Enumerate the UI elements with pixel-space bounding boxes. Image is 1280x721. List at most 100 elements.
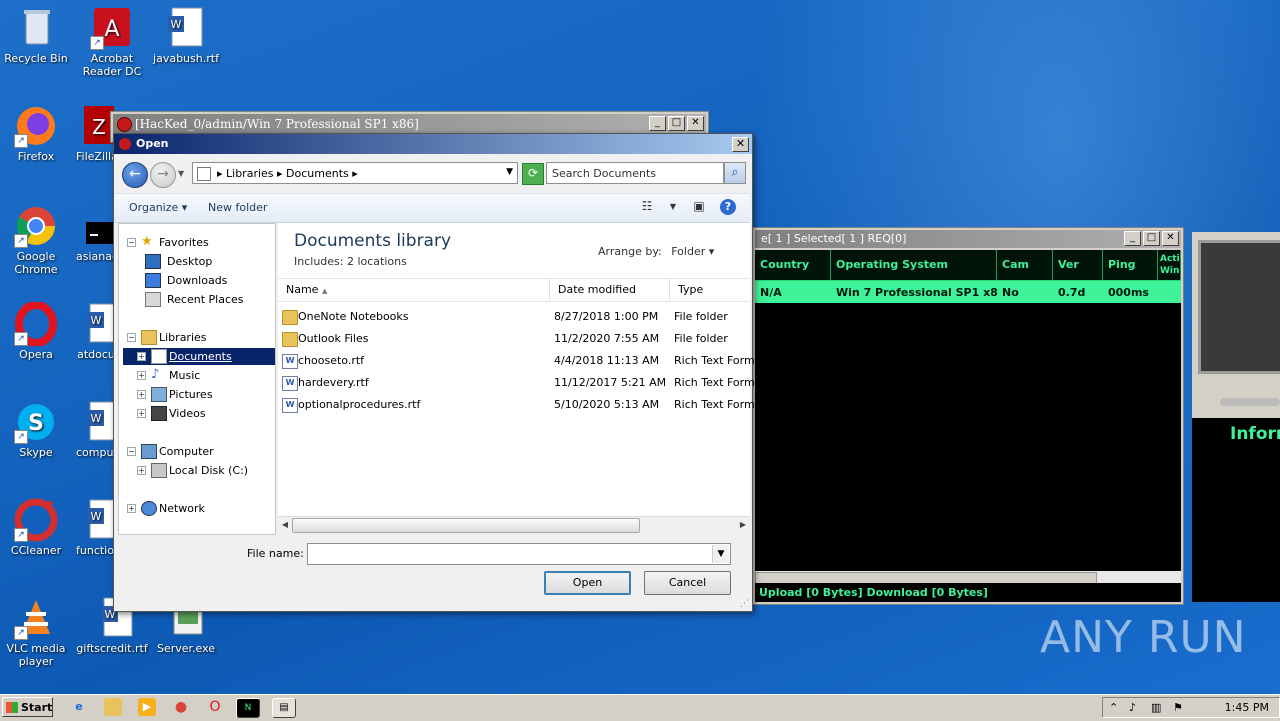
network-icon: [141, 501, 157, 516]
table-row[interactable]: N/A Win 7 Professional SP1 x86 No 0.7d 0…: [755, 281, 1181, 303]
network-icon[interactable]: ▥: [1151, 701, 1161, 714]
horizontal-scrollbar[interactable]: ◀ ▶: [278, 516, 750, 533]
desktop-icon-firefox[interactable]: ↗ Firefox: [0, 104, 72, 163]
recent-locations-dropdown-icon[interactable]: ▼: [178, 169, 184, 178]
column-header[interactable]: Country: [755, 250, 831, 280]
show-hidden-icons-icon[interactable]: ⌃: [1109, 701, 1118, 714]
minimize-button[interactable]: _: [649, 116, 666, 131]
column-header[interactable]: Cam: [997, 250, 1053, 280]
dialog-titlebar[interactable]: Open ✕: [114, 134, 752, 154]
column-header[interactable]: Operating System: [831, 250, 997, 280]
preview-pane-icon[interactable]: ▣: [690, 199, 708, 215]
back-button[interactable]: ←: [122, 162, 148, 188]
file-row[interactable]: W optionalprocedures.rtf 5/10/2020 5:13 …: [278, 394, 761, 416]
column-header-date[interactable]: Date modified: [550, 279, 670, 301]
breadcrumb[interactable]: ▸ Libraries ▸ Documents ▸: [217, 167, 358, 180]
clock[interactable]: 1:45 PM: [1225, 701, 1269, 714]
clients-grid[interactable]: Country Operating System Cam Ver Ping Ac…: [755, 250, 1181, 585]
acrobat-icon: A ↗: [90, 6, 134, 50]
column-header[interactable]: Ping: [1103, 250, 1158, 280]
refresh-button[interactable]: ⟳: [522, 163, 544, 185]
chevron-down-icon[interactable]: ▼: [664, 202, 682, 218]
desktop-icon-comput[interactable]: W comput: [76, 400, 116, 459]
expand-icon[interactable]: +: [137, 466, 146, 475]
column-header[interactable]: Acti Win: [1158, 250, 1181, 280]
disk-icon: [151, 463, 167, 478]
scroll-right-icon[interactable]: ▶: [736, 518, 750, 532]
organize-button[interactable]: Organize ▾: [129, 201, 187, 214]
chevron-down-icon[interactable]: ▼: [506, 167, 513, 177]
close-button[interactable]: ✕: [732, 137, 749, 152]
collapse-icon[interactable]: −: [127, 238, 136, 247]
minimize-button[interactable]: _: [1124, 231, 1141, 246]
desktop-icon-acrobat[interactable]: A ↗ Acrobat Reader DC: [76, 6, 148, 78]
address-bar[interactable]: ▸ Libraries ▸ Documents ▸ ▼: [192, 162, 518, 184]
clients-window[interactable]: e[ 1 ] Selected[ 1 ] REQ[0] _ □ ✕ Countr…: [752, 227, 1184, 605]
open-file-dialog[interactable]: Open ✕ ← → ▼ ▸ Libraries ▸ Documents ▸ ▼…: [113, 133, 761, 612]
desktop-icon-function[interactable]: W function: [76, 498, 116, 557]
resize-grip-icon[interactable]: ⋰: [740, 599, 750, 609]
file-row[interactable]: OneNote Notebooks 8/27/2018 1:00 PM File…: [278, 306, 750, 328]
action-center-icon[interactable]: ⚑: [1173, 701, 1183, 714]
chevron-down-icon[interactable]: ▼: [712, 545, 729, 563]
expand-icon[interactable]: +: [127, 504, 136, 513]
desktop-icon-opera[interactable]: ↗ Opera: [0, 301, 72, 361]
view-options-icon[interactable]: ☷: [638, 199, 656, 215]
desktop-icon-vlc[interactable]: ↗ VLC media player: [0, 596, 72, 668]
maximize-button[interactable]: □: [1143, 231, 1160, 246]
file-row[interactable]: W chooseto.rtf 4/4/2018 11:13 AM Rich Te…: [278, 350, 761, 372]
search-input[interactable]: Search Documents: [546, 162, 724, 184]
rat-window-titlebar[interactable]: [HacKed_0/admin/Win 7 Professional SP1 x…: [113, 114, 706, 134]
expand-icon[interactable]: +: [137, 390, 146, 399]
arrange-by-dropdown[interactable]: Folder ▾: [671, 245, 714, 258]
collapse-icon[interactable]: −: [127, 333, 136, 342]
opera-icon[interactable]: O: [206, 698, 224, 716]
desktop-icon-skype[interactable]: S ↗ Skype: [0, 400, 72, 459]
file-row[interactable]: Outlook Files 11/2/2020 7:55 AM File fol…: [278, 328, 750, 350]
taskbar: Start e ▶ ● O N ▤ ⌃ ♪ ▥ ⚑ 1:45 PM: [0, 694, 1280, 721]
chrome-icon[interactable]: ●: [172, 698, 190, 716]
scrollbar-thumb[interactable]: [292, 518, 640, 533]
expand-icon[interactable]: +: [137, 352, 146, 361]
expand-icon[interactable]: +: [137, 371, 146, 380]
search-icon[interactable]: ⌕: [724, 162, 746, 184]
column-header-type[interactable]: Type: [670, 279, 750, 301]
opera-icon: ↗: [14, 301, 58, 347]
file-row[interactable]: W hardevery.rtf 11/12/2017 5:21 AM Rich …: [278, 372, 761, 394]
desktop-icon-atdocu[interactable]: W atdocu: [76, 302, 116, 361]
collapse-icon[interactable]: −: [127, 447, 136, 456]
media-player-icon[interactable]: ▶: [138, 698, 156, 716]
desktop-icon-recycle-bin[interactable]: Recycle Bin: [0, 6, 72, 65]
expand-icon[interactable]: +: [137, 409, 146, 418]
desktop-icon-asianag[interactable]: asianag: [76, 220, 116, 263]
rat-window-title: [HacKed_0/admin/Win 7 Professional SP1 x…: [135, 117, 419, 131]
maximize-button[interactable]: □: [668, 116, 685, 131]
library-includes[interactable]: Includes: 2 locations: [294, 255, 407, 268]
help-icon[interactable]: ?: [720, 199, 736, 215]
file-name-input[interactable]: ▼: [307, 543, 731, 565]
column-header[interactable]: Ver: [1053, 250, 1103, 280]
column-header-name[interactable]: Name ▲: [278, 279, 550, 301]
dialog-app-icon[interactable]: ▤: [272, 698, 296, 718]
watermark: ANY RUN: [1040, 612, 1247, 663]
transfer-status: Upload [0 Bytes] Download [0 Bytes]: [755, 583, 1181, 602]
volume-icon[interactable]: ♪: [1129, 701, 1136, 714]
ie-icon[interactable]: e: [70, 698, 88, 716]
start-button[interactable]: Start: [2, 697, 53, 717]
clients-titlebar[interactable]: e[ 1 ] Selected[ 1 ] REQ[0] _ □ ✕: [755, 230, 1181, 248]
file-list-pane[interactable]: Documents library Includes: 2 locations …: [278, 223, 761, 533]
scroll-left-icon[interactable]: ◀: [278, 518, 292, 532]
cancel-button[interactable]: Cancel: [644, 571, 731, 595]
desktop-icon-chrome[interactable]: ↗ Google Chrome: [0, 204, 72, 276]
folder-icon: [282, 332, 298, 347]
navigation-pane[interactable]: − ★ Favorites Desktop Downloads Recent P…: [118, 223, 276, 535]
close-button[interactable]: ✕: [1162, 231, 1179, 246]
open-button[interactable]: Open: [544, 571, 631, 595]
desktop-icon-ccleaner[interactable]: ↗ CCleaner: [0, 498, 72, 557]
desktop-icon-javabush[interactable]: W javabush.rtf: [150, 6, 222, 65]
new-folder-button[interactable]: New folder: [208, 201, 267, 214]
explorer-icon[interactable]: [104, 698, 122, 716]
rat-app-icon[interactable]: N: [236, 698, 260, 718]
close-button[interactable]: ✕: [687, 116, 704, 131]
forward-button[interactable]: →: [150, 162, 176, 188]
